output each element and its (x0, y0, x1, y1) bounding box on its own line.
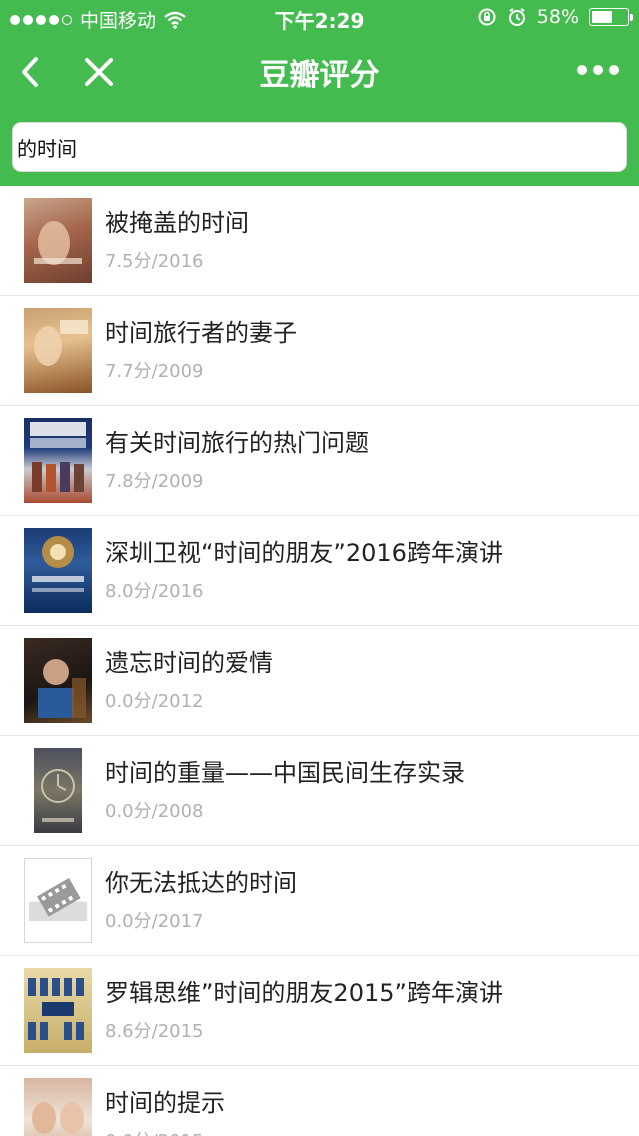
poster-art-icon (32, 536, 84, 592)
poster-image (24, 638, 92, 723)
item-rating-year: 7.8分/2009 (105, 471, 204, 492)
item-title: 深圳卫视“时间的朋友”2016跨年演讲 (105, 539, 503, 567)
status-bar: 中国移动 下午2:29 58% (0, 0, 639, 36)
search-input[interactable] (13, 123, 626, 171)
list-item[interactable]: 你无法抵达的时间 0.0分/2017 (0, 846, 639, 956)
battery-icon (589, 8, 633, 26)
poster-art-icon (38, 659, 86, 718)
item-rating-year: 7.7分/2009 (105, 361, 204, 382)
battery-percent: 58% (536, 6, 579, 28)
poster-art-icon (41, 769, 75, 822)
battery-level-fill (592, 11, 612, 23)
list-item[interactable]: 遗忘时间的爱情 0.0分/2012 (0, 626, 639, 736)
list-item[interactable]: 时间旅行者的妻子 7.7分/2009 (0, 296, 639, 406)
item-rating-year: 8.6分/2015 (105, 1021, 204, 1042)
item-rating-year: 0.0分/2012 (105, 691, 204, 712)
poster-art-icon (34, 221, 82, 265)
poster-image (24, 528, 92, 613)
item-rating-year: 0.0分/2017 (105, 911, 204, 932)
poster-art-icon (28, 978, 84, 1040)
item-rating-year: 0.0分/2008 (105, 801, 204, 822)
item-rating-year: 7.5分/2016 (105, 251, 204, 272)
more-icon[interactable] (577, 62, 619, 78)
poster-image (24, 968, 92, 1053)
poster-image (24, 308, 92, 393)
item-rating-year: 0.0分/2015 (105, 1127, 204, 1136)
list-item[interactable]: 罗辑思维”时间的朋友2015”跨年演讲 8.6分/2015 (0, 956, 639, 1066)
item-title: 有关时间旅行的热门问题 (105, 429, 369, 457)
list-item[interactable]: 时间的提示 0.0分/2015 (0, 1066, 639, 1136)
nav-bar: 豆瓣评分 (0, 40, 639, 104)
list-item[interactable]: 深圳卫视“时间的朋友”2016跨年演讲 8.0分/2016 (0, 516, 639, 626)
alarm-icon (508, 8, 525, 26)
item-title: 时间旅行者的妻子 (105, 319, 297, 347)
poster-art-icon (30, 422, 86, 492)
item-rating-year: 8.0分/2016 (105, 581, 204, 602)
poster-image (24, 198, 92, 283)
list-item[interactable]: 有关时间旅行的热门问题 7.8分/2009 (0, 406, 639, 516)
list-item[interactable]: 被掩盖的时间 7.5分/2016 (0, 186, 639, 296)
search-box[interactable] (12, 122, 627, 172)
poster-image (24, 1078, 92, 1136)
result-list: 被掩盖的时间 7.5分/2016 时间旅行者的妻子 7.7分/2009 有关时间… (0, 186, 639, 1136)
chevron-left-icon[interactable] (14, 54, 46, 90)
item-title: 你无法抵达的时间 (105, 869, 297, 897)
poster-art-icon (34, 320, 88, 366)
item-title: 时间的重量——中国民间生存实录 (105, 759, 465, 787)
list-item[interactable]: 时间的重量——中国民间生存实录 0.0分/2008 (0, 736, 639, 846)
rotation-lock-icon (478, 8, 496, 26)
poster-art-icon (32, 1102, 84, 1134)
item-title: 被掩盖的时间 (105, 209, 249, 237)
item-title: 罗辑思维”时间的朋友2015”跨年演讲 (105, 979, 503, 1007)
poster-image (24, 418, 92, 503)
status-right: 58% (477, 6, 633, 28)
header: 中国移动 下午2:29 58% 豆瓣评分 的时间 (0, 0, 639, 186)
item-title: 时间的提示 (105, 1089, 225, 1117)
film-placeholder-icon (28, 878, 88, 922)
poster-placeholder (24, 858, 92, 943)
item-title: 遗忘时间的爱情 (105, 649, 273, 677)
poster-image (34, 748, 82, 833)
close-icon[interactable] (82, 54, 116, 90)
